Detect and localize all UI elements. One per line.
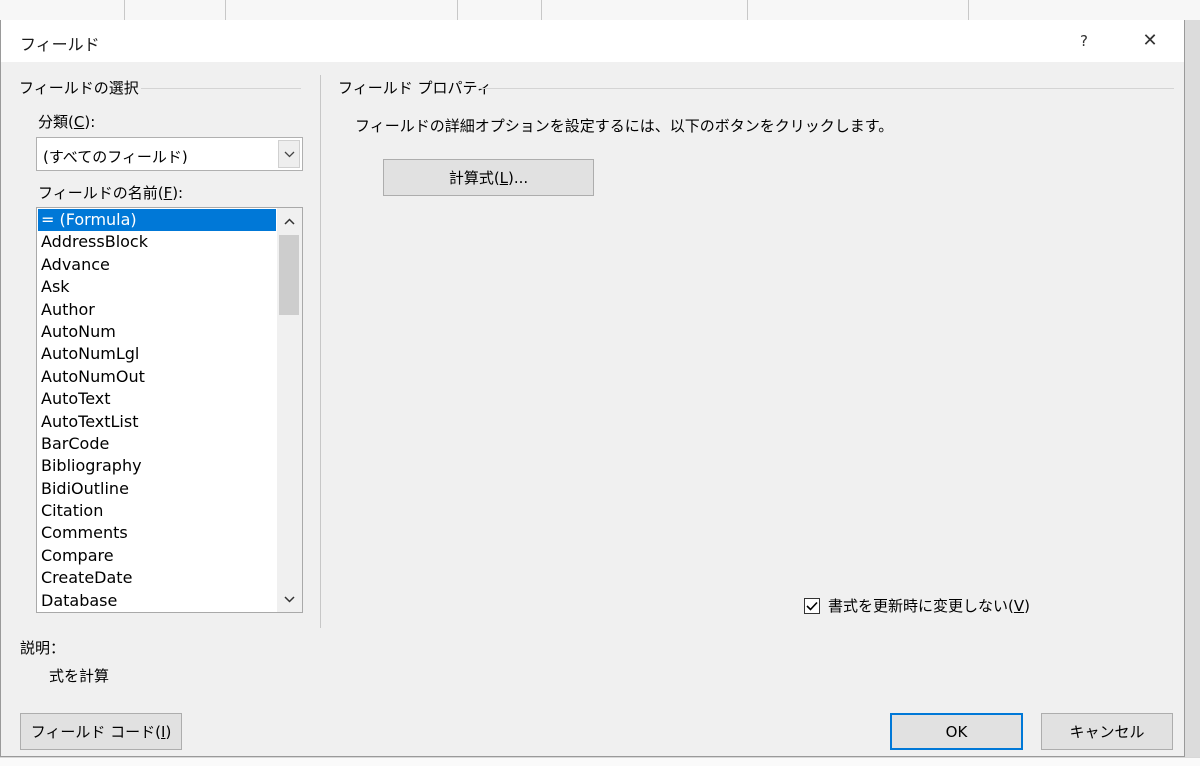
chevron-down-icon xyxy=(284,151,294,157)
group-divider xyxy=(479,88,1174,89)
chevron-down-icon xyxy=(284,595,295,603)
bg-separator xyxy=(747,0,748,20)
field-list-item[interactable]: AutoNumOut xyxy=(38,366,276,388)
scroll-up-button[interactable] xyxy=(277,210,302,232)
help-button[interactable]: ? xyxy=(1069,26,1099,56)
field-list-item[interactable]: Bibliography xyxy=(38,455,276,477)
category-dropdown[interactable]: (すべてのフィールド) xyxy=(36,137,303,171)
bg-separator xyxy=(124,0,125,20)
category-dropdown-value: (すべてのフィールド) xyxy=(43,148,188,166)
dialog-title: フィールド xyxy=(20,35,100,54)
background-window-strip xyxy=(0,0,1200,21)
cancel-button-label: キャンセル xyxy=(1069,723,1145,741)
field-properties-group-title: フィールド プロパティ xyxy=(338,79,492,97)
close-icon: ✕ xyxy=(1142,30,1158,51)
description-text: 式を計算 xyxy=(49,667,110,685)
category-dropdown-arrow[interactable] xyxy=(278,140,300,168)
category-label: 分類(C): xyxy=(38,113,96,131)
field-list-item[interactable]: AutoNumLgl xyxy=(38,343,276,365)
field-list-item[interactable]: Citation xyxy=(38,500,276,522)
field-names-list[interactable]: = (Formula) AddressBlock Advance Ask Author A… xyxy=(36,207,303,613)
field-list-item[interactable]: Compare xyxy=(38,545,276,567)
field-list-item[interactable]: AutoTextList xyxy=(38,411,276,433)
scroll-down-button[interactable] xyxy=(277,588,302,610)
field-list-item[interactable]: Advance xyxy=(38,254,276,276)
bg-separator xyxy=(457,0,458,20)
background-shade xyxy=(1185,20,1200,757)
field-names-label: フィールドの名前(F): xyxy=(38,184,184,202)
field-selection-group-title: フィールドの選択 xyxy=(19,79,139,97)
preserve-formatting-checkbox[interactable] xyxy=(804,597,820,614)
field-list-item[interactable]: BarCode xyxy=(38,433,276,455)
help-icon: ? xyxy=(1080,32,1088,50)
formula-button[interactable]: 計算式(L)... xyxy=(383,159,594,196)
field-list-item[interactable]: CreateDate xyxy=(38,567,276,589)
field-list-item[interactable]: AddressBlock xyxy=(38,231,276,253)
preserve-formatting-label: 書式を更新時に変更しない(V) xyxy=(828,597,1030,615)
preserve-formatting-option[interactable]: 書式を更新時に変更しない(V) xyxy=(804,595,1030,616)
group-divider xyxy=(141,88,301,89)
field-list-item[interactable]: Comments xyxy=(38,522,276,544)
bg-separator xyxy=(541,0,542,20)
field-codes-button-label: フィールド コード(I) xyxy=(30,723,172,741)
bg-separator xyxy=(968,0,969,20)
close-button[interactable]: ✕ xyxy=(1134,26,1166,56)
field-list-item[interactable]: AutoText xyxy=(38,388,276,410)
bg-separator xyxy=(225,0,226,20)
scroll-thumb[interactable] xyxy=(279,235,299,315)
panel-divider xyxy=(320,75,321,628)
field-list-item[interactable]: AutoNum xyxy=(38,321,276,343)
description-label: 説明： xyxy=(20,639,66,657)
checkmark-icon xyxy=(806,601,818,611)
field-list-item[interactable]: Author xyxy=(38,299,276,321)
field-list-item[interactable]: BidiOutline xyxy=(38,478,276,500)
field-codes-button[interactable]: フィールド コード(I) xyxy=(20,713,182,750)
title-bar: フィールド ? ✕ xyxy=(1,20,1184,62)
ok-button[interactable]: OK xyxy=(890,713,1023,750)
field-list-item[interactable]: = (Formula) xyxy=(38,209,276,232)
field-names-items: = (Formula) AddressBlock Advance Ask Author A… xyxy=(38,209,276,612)
chevron-up-icon xyxy=(284,217,295,225)
cancel-button[interactable]: キャンセル xyxy=(1041,713,1173,750)
field-list-item[interactable]: Database xyxy=(38,590,276,612)
formula-button-label: 計算式(L)... xyxy=(448,169,529,187)
ok-button-label: OK xyxy=(945,722,968,741)
list-scrollbar[interactable] xyxy=(277,208,302,612)
properties-instruction: フィールドの詳細オプションを設定するには、以下のボタンをクリックします。 xyxy=(355,117,894,135)
field-list-item[interactable]: Ask xyxy=(38,276,276,298)
field-dialog: フィールド ? ✕ フィールドの選択 分類(C): (すべてのフィールド) フィ… xyxy=(0,20,1185,757)
